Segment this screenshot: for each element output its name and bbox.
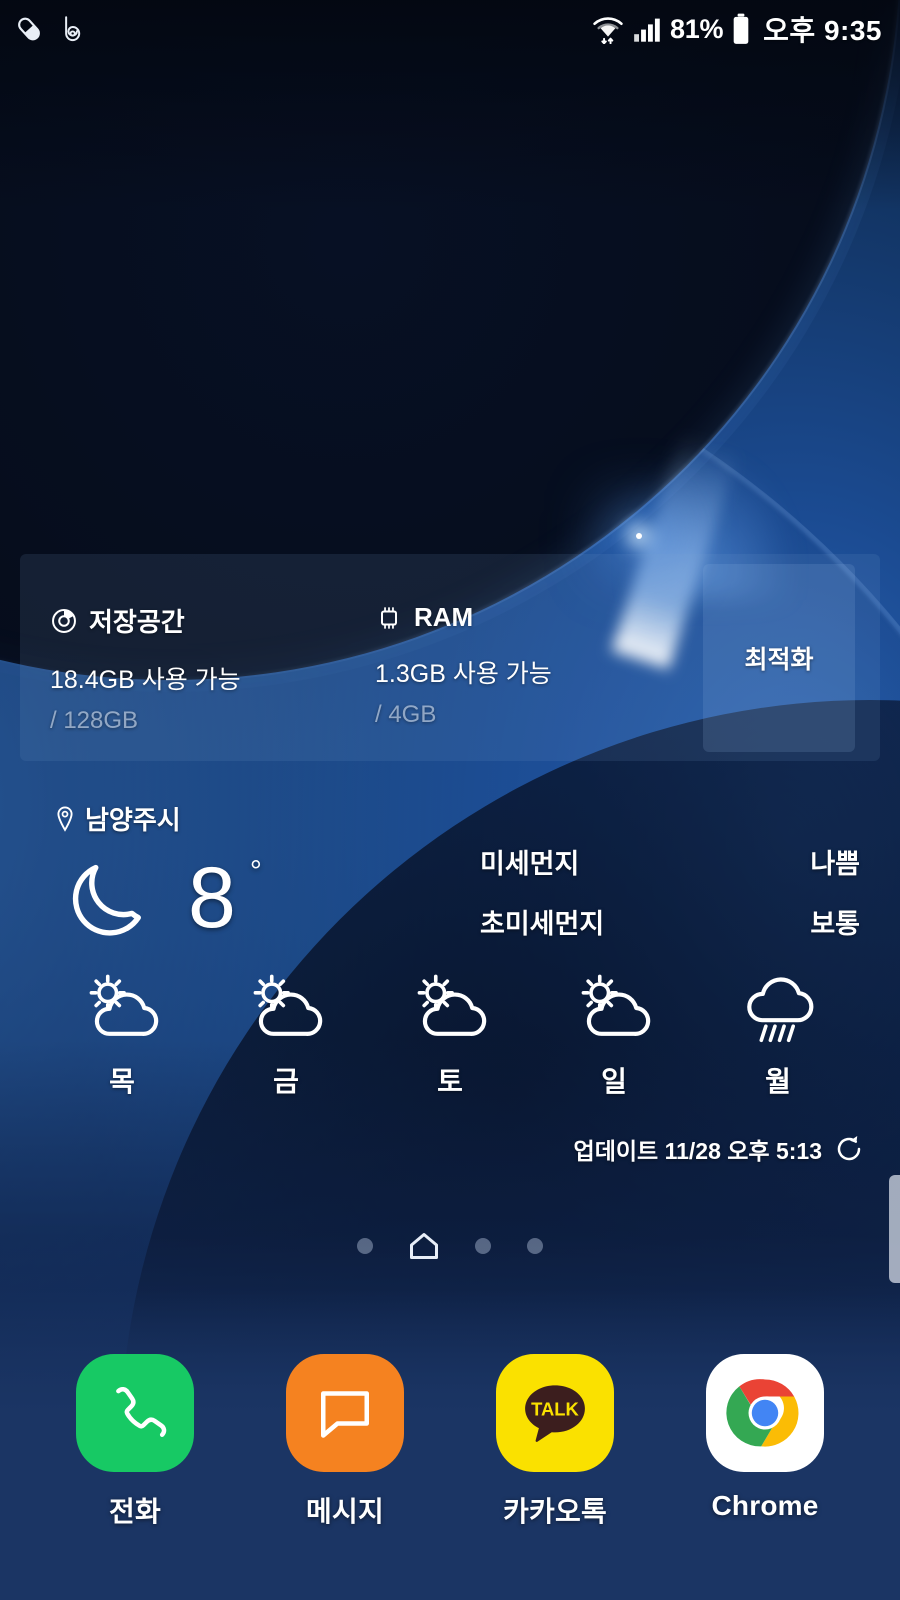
- cellular-signal-icon: [633, 15, 663, 43]
- storage-donut-icon: [50, 607, 78, 635]
- ultra-fine-dust-label: 초미세먼지: [480, 909, 605, 939]
- sun-cloud-icon: [408, 970, 492, 1046]
- weather-location[interactable]: 남양주시: [55, 800, 181, 837]
- weather-degree-symbol: °: [249, 855, 262, 888]
- location-pin-icon: [55, 805, 75, 832]
- ultra-fine-dust-value: 보통: [810, 909, 860, 939]
- kakaotalk-text: TALK: [531, 1399, 579, 1420]
- kakaotalk-icon: TALK: [496, 1354, 614, 1472]
- optimize-button-label: 최적화: [744, 646, 814, 674]
- home-icon[interactable]: [409, 1232, 439, 1260]
- pill-medication-icon: [14, 14, 44, 44]
- ram-chip-icon: [375, 604, 403, 632]
- wallpaper-flare-point: [636, 533, 642, 539]
- weather-update-row[interactable]: 업데이트 11/28 오후 5:13: [574, 1132, 864, 1166]
- dock-item-chrome[interactable]: Chrome: [680, 1354, 850, 1530]
- forecast-day-label: 일: [601, 1066, 627, 1097]
- dock-label-chrome: Chrome: [711, 1490, 819, 1521]
- dock-item-phone[interactable]: 전화: [50, 1354, 220, 1530]
- ram-available-value: 1.3GB 사용 가능: [375, 660, 552, 688]
- forecast-day-label: 금: [273, 1066, 299, 1097]
- forecast-day[interactable]: 일: [549, 970, 679, 1100]
- storage-label: 저장공간: [89, 607, 185, 637]
- weather-temperature-value: 8: [188, 850, 236, 946]
- dock-label-phone: 전화: [109, 1496, 161, 1527]
- status-bar-clock: 오후 9:35: [763, 15, 882, 46]
- message-icon: [286, 1354, 404, 1472]
- status-bar-system-icons: 81% 오후 9:35: [590, 9, 882, 49]
- forecast-day[interactable]: 목: [57, 970, 187, 1100]
- fine-dust-label: 미세먼지: [480, 849, 580, 879]
- brand-b-logo-icon: [56, 13, 88, 45]
- optimize-button[interactable]: 최적화: [703, 564, 855, 752]
- page-indicator: [0, 1232, 900, 1260]
- moon-clear-night-icon: [62, 848, 162, 948]
- weather-location-label: 남양주시: [85, 805, 181, 835]
- weather-forecast: 목 금 토 일 월: [0, 970, 900, 1100]
- ram-label: RAM: [414, 602, 474, 632]
- dock-label-messages: 메시지: [306, 1496, 384, 1527]
- storage-total-value: / 128GB: [50, 707, 139, 734]
- fine-dust-value: 나쁨: [810, 849, 860, 879]
- forecast-day[interactable]: 월: [713, 970, 843, 1100]
- page-dot[interactable]: [475, 1238, 491, 1254]
- storage-section[interactable]: 저장공간 18.4GB 사용 가능 / 128GB: [50, 554, 350, 761]
- wifi-data-transfer-icon: [590, 14, 626, 44]
- forecast-day-label: 토: [437, 1066, 463, 1097]
- sun-cloud-icon: [80, 970, 164, 1046]
- ram-header: RAM: [375, 602, 675, 633]
- dock-item-kakaotalk[interactable]: TALK 카카오톡: [470, 1354, 640, 1530]
- phone-icon: [76, 1354, 194, 1472]
- chrome-icon: [706, 1354, 824, 1472]
- battery-percent-label: 81%: [670, 13, 724, 44]
- weather-temperature: 8 °: [188, 855, 262, 941]
- dock-label-kakaotalk: 카카오톡: [503, 1496, 607, 1527]
- ram-section[interactable]: RAM 1.3GB 사용 가능 / 4GB: [375, 554, 675, 761]
- sun-cloud-icon: [244, 970, 328, 1046]
- system-info-widget[interactable]: 저장공간 18.4GB 사용 가능 / 128GB RAM 1.3GB 사용 가…: [20, 554, 880, 761]
- forecast-day[interactable]: 토: [385, 970, 515, 1100]
- status-bar: 81% 오후 9:35: [0, 0, 900, 58]
- air-quality-section: 미세먼지 나쁨 초미세먼지 보통: [480, 842, 860, 962]
- scroll-indicator[interactable]: [889, 1175, 900, 1283]
- forecast-day-label: 월: [765, 1066, 791, 1097]
- air-quality-row: 초미세먼지 보통: [480, 902, 860, 941]
- weather-current: 8 °: [62, 848, 262, 948]
- weather-update-label: 업데이트 11/28 오후 5:13: [573, 1138, 822, 1164]
- app-dock: 전화 메시지 TALK 카카오톡 Chrome: [0, 1354, 900, 1530]
- battery-icon: [730, 13, 752, 45]
- status-bar-notifications: [14, 13, 88, 45]
- cloud-rain-icon: [736, 970, 820, 1046]
- forecast-day[interactable]: 금: [221, 970, 351, 1100]
- forecast-day-label: 목: [109, 1066, 135, 1097]
- dock-item-messages[interactable]: 메시지: [260, 1354, 430, 1530]
- ram-total-value: / 4GB: [375, 701, 437, 728]
- page-dot[interactable]: [357, 1238, 373, 1254]
- sun-cloud-icon: [572, 970, 656, 1046]
- storage-header: 저장공간: [50, 602, 350, 639]
- air-quality-row: 미세먼지 나쁨: [480, 842, 860, 881]
- page-dot[interactable]: [527, 1238, 543, 1254]
- storage-available-value: 18.4GB 사용 가능: [50, 666, 241, 694]
- refresh-icon[interactable]: [834, 1134, 864, 1164]
